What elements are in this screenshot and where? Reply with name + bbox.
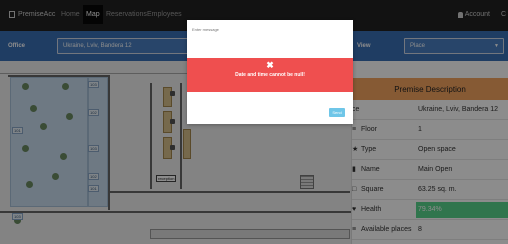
close-icon[interactable]: ✖ — [187, 58, 353, 70]
error-message: Date and time cannot be null! — [235, 72, 305, 78]
error-alert: ✖ Date and time cannot be null! — [187, 58, 353, 92]
send-button[interactable]: Send — [329, 108, 345, 117]
message-modal: ✖ Date and time cannot be null! Send — [187, 20, 353, 124]
message-input[interactable] — [190, 23, 340, 35]
